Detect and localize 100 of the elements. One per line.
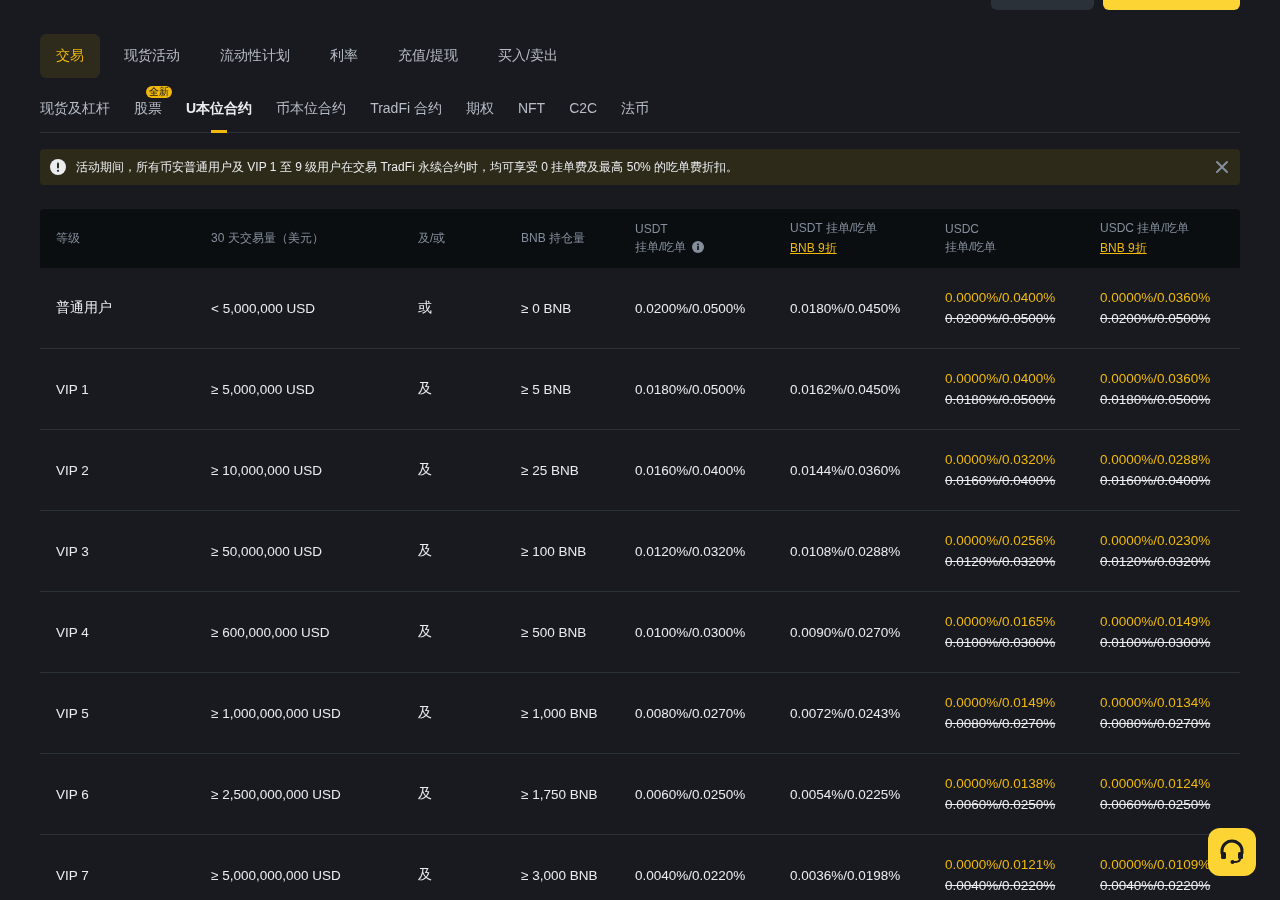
- category-tab[interactable]: 交易: [40, 34, 100, 78]
- promo-fee: 0.0000%/0.0230%: [1100, 533, 1212, 548]
- original-fee: 0.0060%/0.0250%: [945, 797, 1057, 812]
- promo-fee: 0.0000%/0.0138%: [945, 776, 1057, 791]
- notice-text: 活动期间，所有币安普通用户及 VIP 1 至 9 级用户在交易 TradFi 永续合约时，均可享受 0 挂单费及最高 50% 的吃单费折扣。: [76, 158, 740, 176]
- alert-icon: [50, 159, 66, 175]
- level-cell-text: VIP 4: [56, 624, 90, 640]
- discount-link[interactable]: BNB 9折: [1100, 240, 1147, 257]
- info-icon[interactable]: [692, 241, 705, 253]
- promo-fee: 0.0000%/0.0109%: [1100, 857, 1212, 872]
- promo-fee: 0.0000%/0.0256%: [945, 533, 1057, 548]
- original-fee: 0.0040%/0.0220%: [1100, 878, 1212, 893]
- promo-fee: 0.0000%/0.0360%: [1100, 290, 1212, 305]
- product-tab[interactable]: 币本位合约: [276, 100, 347, 132]
- fee-cell-text: 0.0072%/0.0243%: [790, 705, 902, 721]
- level-cell-text: VIP 5: [56, 705, 90, 721]
- original-fee: 0.0120%/0.0320%: [945, 554, 1057, 569]
- original-fee: 0.0100%/0.0300%: [945, 635, 1057, 650]
- condition-cell-text: 及: [418, 704, 433, 722]
- fee-cell-text: 0.0160%/0.0400%: [635, 462, 747, 478]
- column-header: 及/或: [418, 230, 446, 247]
- volume-cell-text: ≥ 2,500,000,000 USD: [211, 786, 342, 802]
- promo-fee: 0.0000%/0.0320%: [945, 452, 1057, 467]
- bnb-cell-text: ≥ 0 BNB: [521, 300, 573, 316]
- bnb-cell-text: ≥ 5 BNB: [521, 381, 573, 397]
- original-fee: 0.0180%/0.0500%: [945, 392, 1057, 407]
- promo-fee: 0.0000%/0.0360%: [1100, 371, 1212, 386]
- bnb-cell-text: ≥ 1,750 BNB: [521, 786, 599, 802]
- volume-cell-text: ≥ 5,000,000,000 USD: [211, 867, 342, 883]
- original-fee: 0.0040%/0.0220%: [945, 878, 1057, 893]
- product-tab[interactable]: U本位合约: [186, 100, 253, 132]
- product-tab[interactable]: C2C: [569, 100, 598, 132]
- fee-cell-text: 0.0108%/0.0288%: [790, 543, 902, 559]
- volume-cell-text: ≥ 1,000,000,000 USD: [211, 705, 342, 721]
- fee-cell-text: 0.0162%/0.0450%: [790, 381, 902, 397]
- fee-cell-text: 0.0080%/0.0270%: [635, 705, 747, 721]
- support-button[interactable]: [1208, 828, 1256, 876]
- fee-cell-text: 0.0120%/0.0320%: [635, 543, 747, 559]
- discount-link[interactable]: BNB 9折: [790, 240, 837, 257]
- level-cell-text: VIP 1: [56, 381, 90, 397]
- volume-cell-text: ≥ 50,000,000 USD: [211, 543, 323, 559]
- close-button[interactable]: [1214, 159, 1230, 175]
- fee-cell-text: 0.0036%/0.0198%: [790, 867, 902, 883]
- category-tab[interactable]: 流动性计划: [204, 34, 306, 78]
- level-cell-text: VIP 7: [56, 867, 90, 883]
- bnb-cell-text: ≥ 500 BNB: [521, 624, 588, 640]
- fee-cell-text: 0.0090%/0.0270%: [790, 624, 902, 640]
- promo-fee: 0.0000%/0.0400%: [945, 290, 1057, 305]
- volume-cell-text: < 5,000,000 USD: [211, 300, 316, 316]
- product-tab[interactable]: 法币: [621, 100, 650, 132]
- level-cell-text: VIP 6: [56, 786, 90, 802]
- original-fee: 0.0160%/0.0400%: [1100, 473, 1212, 488]
- promo-fee: 0.0000%/0.0124%: [1100, 776, 1212, 791]
- original-fee: 0.0120%/0.0320%: [1100, 554, 1212, 569]
- fee-cell-text: 0.0144%/0.0360%: [790, 462, 902, 478]
- level-cell-text: VIP 2: [56, 462, 90, 478]
- condition-cell-text: 及: [418, 866, 433, 884]
- condition-cell-text: 及: [418, 785, 433, 803]
- original-fee: 0.0200%/0.0500%: [1100, 311, 1212, 326]
- promo-fee: 0.0000%/0.0165%: [945, 614, 1057, 629]
- original-fee: 0.0160%/0.0400%: [945, 473, 1057, 488]
- column-header: USDT 挂单/吃单: [790, 220, 878, 237]
- condition-cell-text: 或: [418, 299, 433, 317]
- volume-cell-text: ≥ 600,000,000 USD: [211, 624, 331, 640]
- original-fee: 0.0060%/0.0250%: [1100, 797, 1212, 812]
- headset-icon: [1219, 839, 1245, 865]
- product-tab[interactable]: 股票: [134, 100, 162, 132]
- bnb-cell-text: ≥ 100 BNB: [521, 543, 588, 559]
- original-fee: 0.0080%/0.0270%: [1100, 716, 1212, 731]
- fee-cell-text: 0.0040%/0.0220%: [635, 867, 747, 883]
- original-fee: 0.0080%/0.0270%: [945, 716, 1057, 731]
- category-tab[interactable]: 利率: [314, 34, 374, 78]
- product-tab[interactable]: 现货及杠杆: [40, 100, 110, 132]
- bnb-cell-text: ≥ 25 BNB: [521, 462, 580, 478]
- level-cell-text: 普通用户: [56, 299, 113, 317]
- column-header: 等级: [56, 230, 80, 247]
- column-header: USDT: [635, 221, 668, 236]
- fee-cell-text: 0.0060%/0.0250%: [635, 786, 747, 802]
- product-tab[interactable]: NFT: [517, 100, 546, 132]
- promo-fee: 0.0000%/0.0149%: [945, 695, 1057, 710]
- promo-fee: 0.0000%/0.0134%: [1100, 695, 1212, 710]
- condition-cell-text: 及: [418, 542, 433, 560]
- column-header: USDC: [945, 221, 979, 236]
- promo-fee: 0.0000%/0.0400%: [945, 371, 1057, 386]
- fee-cell-text: 0.0054%/0.0225%: [790, 786, 902, 802]
- category-tab[interactable]: 买入/卖出: [481, 34, 574, 78]
- original-fee: 0.0200%/0.0500%: [945, 311, 1057, 326]
- column-header: BNB 持仓量: [521, 230, 585, 247]
- level-cell-text: VIP 3: [56, 543, 90, 559]
- original-fee: 0.0180%/0.0500%: [1100, 392, 1212, 407]
- product-tab[interactable]: 期权: [465, 100, 494, 132]
- promo-fee: 0.0000%/0.0149%: [1100, 614, 1212, 629]
- category-tab[interactable]: 现货活动: [108, 34, 196, 78]
- new-badge: 全新: [146, 86, 172, 98]
- promo-fee: 0.0000%/0.0288%: [1100, 452, 1212, 467]
- bnb-cell-text: ≥ 1,000 BNB: [521, 705, 599, 721]
- column-subheader: 挂单/吃单: [945, 238, 997, 256]
- category-tab[interactable]: 充值/提现: [382, 34, 474, 78]
- product-tab[interactable]: TradFi 合约: [370, 100, 442, 132]
- condition-cell-text: 及: [418, 380, 433, 398]
